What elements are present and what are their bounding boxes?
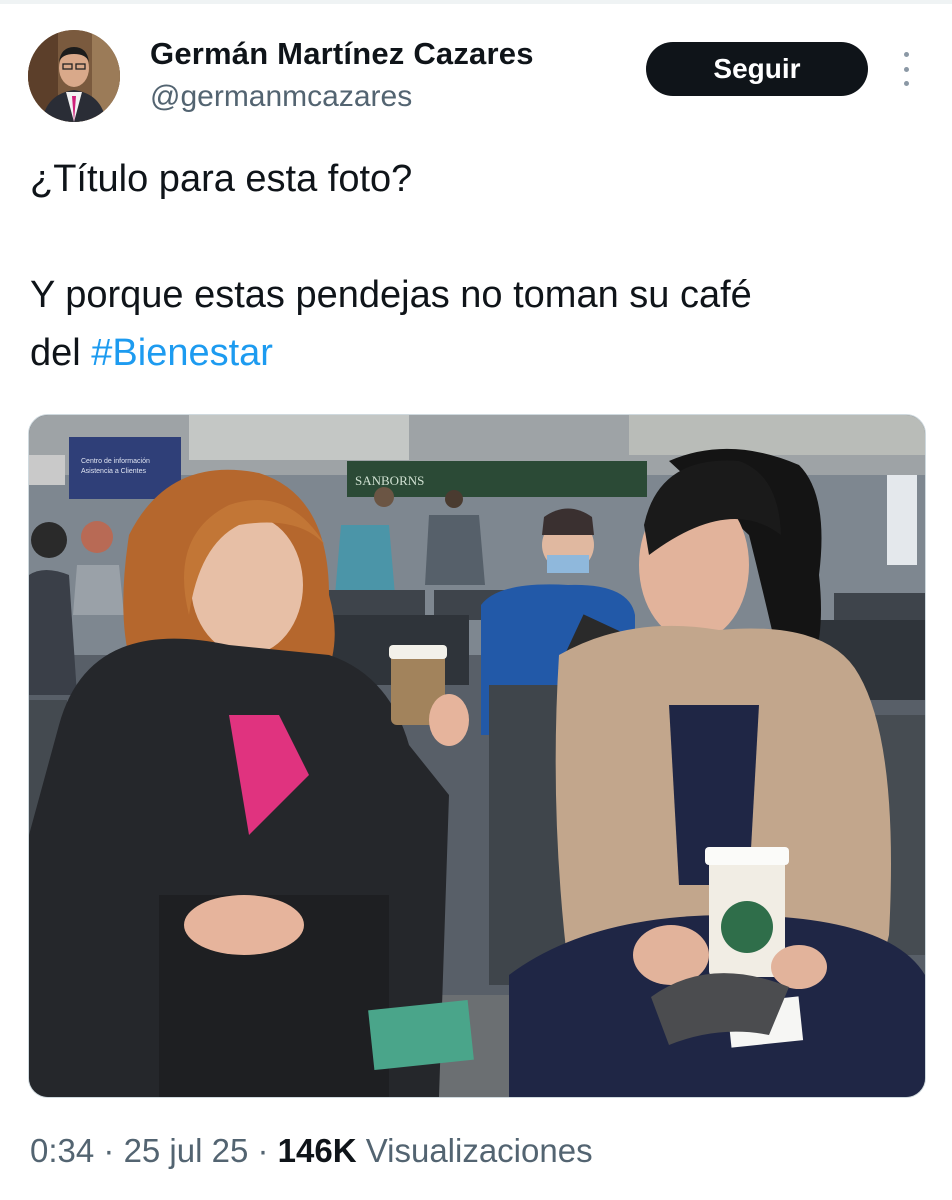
tweet-line-1: ¿Título para esta foto?: [30, 158, 413, 200]
views-label: Visualizaciones: [356, 1132, 593, 1169]
svg-text:SANBORNS: SANBORNS: [355, 473, 424, 488]
meta-separator: ·: [94, 1132, 124, 1169]
more-options-icon[interactable]: [896, 52, 916, 86]
tweet-meta: 0:34 · 25 jul 25 · 146K Visualizaciones: [30, 1132, 593, 1170]
photo-image: Centro de información Asistencia a Clien…: [29, 415, 925, 1097]
hashtag-link[interactable]: #Bienestar: [91, 332, 273, 374]
tweet-time[interactable]: 0:34: [30, 1132, 94, 1169]
author-name[interactable]: Germán Martínez Cazares: [150, 36, 534, 72]
top-divider: [0, 0, 952, 4]
avatar[interactable]: [28, 30, 120, 122]
follow-button[interactable]: Seguir: [646, 42, 868, 96]
svg-text:Asistencia a Clientes: Asistencia a Clientes: [81, 468, 146, 475]
tweet-date[interactable]: 25 jul 25: [124, 1132, 249, 1169]
tweet-line-2: Y porque estas pendejas no toman su café: [30, 274, 752, 316]
tweet-photo[interactable]: Centro de información Asistencia a Clien…: [28, 414, 926, 1098]
views-count: 146K: [277, 1132, 357, 1169]
meta-separator: ·: [248, 1132, 278, 1169]
author-handle[interactable]: @germanmcazares: [150, 80, 412, 114]
tweet-line-3-prefix: del: [30, 332, 92, 374]
svg-text:Centro de información: Centro de información: [81, 458, 150, 465]
avatar-image: [28, 30, 120, 122]
tweet-text: ¿Título para esta foto? Y porque estas p…: [30, 150, 910, 382]
